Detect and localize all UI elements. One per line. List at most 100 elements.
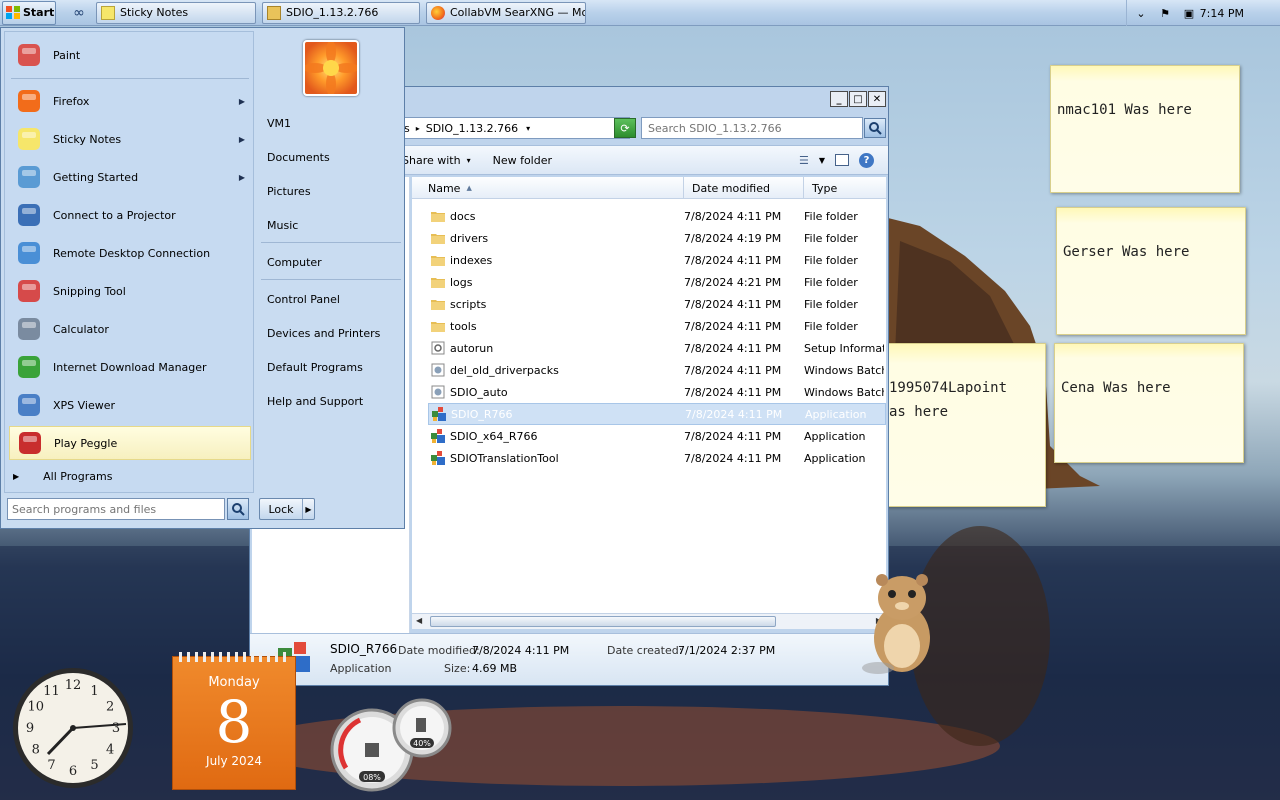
start-menu-item[interactable]: Paint bbox=[9, 38, 251, 72]
clock-number: 9 bbox=[26, 721, 34, 736]
start-place-item[interactable]: Music bbox=[267, 214, 401, 236]
file-row[interactable]: indexes 7/8/2024 4:11 PM File folder bbox=[428, 249, 886, 271]
start-menu-item-label: Sticky Notes bbox=[53, 132, 122, 146]
start-place-item[interactable]: Devices and Printers bbox=[267, 322, 401, 344]
clock-gadget[interactable]: 12 12 3 45678 9 1011 bbox=[8, 666, 138, 790]
start-menu-item[interactable]: Connect to a Projector bbox=[9, 198, 251, 232]
search-button[interactable] bbox=[864, 118, 886, 138]
system-tray: ⌄ ⚑ ▣ 7:14 PM bbox=[1126, 0, 1280, 26]
column-name[interactable]: Name ▲ bbox=[412, 177, 684, 199]
chevron-down-icon[interactable]: ▾ bbox=[526, 124, 530, 133]
address-segment[interactable]: SDIO_1.13.2.766 bbox=[426, 122, 518, 135]
flag-icon[interactable]: ⚑ bbox=[1155, 7, 1175, 20]
xps-viewer-icon bbox=[13, 389, 45, 421]
sticky-note[interactable]: Gerser Was here bbox=[1056, 207, 1246, 335]
new-folder-button[interactable]: New folder bbox=[493, 154, 552, 167]
help-icon[interactable]: ? bbox=[859, 152, 874, 168]
start-search-button[interactable] bbox=[227, 498, 249, 520]
file-row[interactable]: autorun 7/8/2024 4:11 PM Setup Informatio bbox=[428, 337, 886, 359]
file-row[interactable]: drivers 7/8/2024 4:19 PM File folder bbox=[428, 227, 886, 249]
start-menu-item[interactable]: Sticky Notes ▶ bbox=[9, 122, 251, 156]
file-type: File folder bbox=[804, 231, 858, 245]
chevron-right-icon[interactable]: ▸ bbox=[416, 124, 420, 133]
start-place-item[interactable]: Default Programs bbox=[267, 356, 401, 378]
taskbar-item-firefox[interactable]: CollabVM SearXNG — Mo... bbox=[426, 1, 586, 24]
file-row[interactable]: docs 7/8/2024 4:11 PM File folder bbox=[428, 205, 886, 227]
scroll-left-icon[interactable]: ◀ bbox=[416, 616, 422, 625]
sticky-note[interactable]: nmac101 Was here bbox=[1050, 65, 1240, 193]
maximize-button[interactable]: □ bbox=[849, 91, 867, 107]
file-row[interactable]: del_old_driverpacks 7/8/2024 4:11 PM Windo… bbox=[428, 359, 886, 381]
start-menu-item[interactable]: Calculator bbox=[9, 312, 251, 346]
taskbar-item-label: Sticky Notes bbox=[120, 6, 189, 19]
file-name-cell: logs bbox=[428, 274, 684, 290]
close-button[interactable]: ✕ bbox=[868, 91, 886, 107]
column-date[interactable]: Date modified bbox=[684, 177, 804, 199]
scrollbar-thumb[interactable] bbox=[430, 616, 776, 627]
taskbar-item-explorer[interactable]: SDIO_1.13.2.766 bbox=[262, 1, 420, 24]
horizontal-scrollbar[interactable]: ◀ ▶ bbox=[412, 613, 886, 629]
start-place-item[interactable]: Control Panel bbox=[267, 288, 401, 310]
start-place-item[interactable]: Computer bbox=[267, 251, 401, 273]
calendar-month: July 2024 bbox=[206, 754, 262, 768]
file-date: 7/8/2024 4:11 PM bbox=[684, 451, 782, 465]
file-name: indexes bbox=[450, 253, 493, 267]
start-menu-item[interactable]: Firefox ▶ bbox=[9, 84, 251, 118]
cpu-meter-gadget[interactable]: 08% 40% bbox=[330, 698, 456, 794]
refresh-button[interactable]: ⟳ bbox=[614, 118, 636, 138]
file-row[interactable]: SDIO_auto 7/8/2024 4:11 PM Windows Batch F bbox=[428, 381, 886, 403]
view-options-icon[interactable]: ☰ bbox=[799, 154, 809, 167]
file-row[interactable]: SDIO_R766 7/8/2024 4:11 PM Application bbox=[428, 403, 886, 425]
calendar-gadget[interactable]: Monday 8 July 2024 bbox=[172, 652, 296, 790]
flower-picture bbox=[305, 42, 357, 94]
network-icon[interactable]: ▣ bbox=[1179, 7, 1199, 20]
start-menu-item[interactable]: Snipping Tool bbox=[9, 274, 251, 308]
file-type: File folder bbox=[804, 253, 858, 267]
quick-launch-icon[interactable]: ∞ bbox=[68, 2, 90, 24]
column-type[interactable]: Type bbox=[804, 177, 886, 199]
hamster-pet[interactable] bbox=[860, 566, 944, 676]
chevron-icon[interactable]: ⌄ bbox=[1131, 7, 1151, 20]
minimize-button[interactable]: _ bbox=[830, 91, 848, 107]
details-created-value: 7/1/2024 2:37 PM bbox=[678, 644, 776, 657]
start-menu: Paint Firefox ▶ Sticky Notes ▶ Getting Starte… bbox=[0, 27, 405, 529]
start-place-item[interactable]: Help and Support bbox=[267, 390, 401, 412]
file-list[interactable]: Name ▲ Date modified Type docs 7/8/2024 4… bbox=[412, 177, 886, 617]
file-name-cell: drivers bbox=[428, 230, 684, 246]
search-input[interactable] bbox=[641, 117, 863, 139]
user-avatar[interactable] bbox=[303, 40, 359, 96]
start-button[interactable]: Start bbox=[2, 0, 56, 25]
start-menu-item[interactable]: Remote Desktop Connection bbox=[9, 236, 251, 270]
column-type-label: Type bbox=[812, 181, 838, 195]
chevron-down-icon[interactable]: ▾ bbox=[467, 156, 471, 165]
file-row[interactable]: SDIO_x64_R766 7/8/2024 4:11 PM Application bbox=[428, 425, 886, 447]
file-date: 7/8/2024 4:11 PM bbox=[684, 253, 782, 267]
start-place-label: Computer bbox=[267, 255, 322, 269]
start-place-item[interactable]: VM1 bbox=[267, 112, 401, 134]
start-menu-item[interactable]: Play Peggle bbox=[9, 426, 251, 460]
start-menu-item[interactable]: Internet Download Manager bbox=[9, 350, 251, 384]
file-row[interactable]: logs 7/8/2024 4:21 PM File folder bbox=[428, 271, 886, 293]
share-with-button[interactable]: Share with bbox=[402, 154, 461, 167]
sticky-note[interactable]: Cena Was here bbox=[1054, 343, 1244, 463]
start-search-row bbox=[7, 498, 251, 520]
file-row[interactable]: scripts 7/8/2024 4:11 PM File folder bbox=[428, 293, 886, 315]
taskbar-clock[interactable]: 7:14 PM bbox=[1200, 7, 1244, 20]
chevron-right-icon[interactable]: ▶ bbox=[302, 499, 314, 519]
refresh-icon: ⟳ bbox=[620, 121, 630, 135]
file-row[interactable]: SDIOTranslationTool 7/8/2024 4:11 PM Appli… bbox=[428, 447, 886, 469]
all-programs-button[interactable]: ▶ All Programs bbox=[13, 470, 112, 483]
start-place-item[interactable]: Pictures bbox=[267, 180, 401, 202]
start-place-item[interactable]: Documents bbox=[267, 146, 401, 168]
lock-button[interactable]: Lock ▶ bbox=[259, 498, 315, 520]
file-row[interactable]: tools 7/8/2024 4:11 PM File folder bbox=[428, 315, 886, 337]
batch-file-icon bbox=[430, 384, 446, 400]
start-menu-item-label: Paint bbox=[53, 48, 81, 62]
chevron-down-icon[interactable]: ▼ bbox=[819, 156, 825, 165]
taskbar-item-sticky-notes[interactable]: Sticky Notes bbox=[96, 1, 256, 24]
start-menu-item[interactable]: Getting Started ▶ bbox=[9, 160, 251, 194]
start-menu-item[interactable]: XPS Viewer bbox=[9, 388, 251, 422]
start-search-input[interactable] bbox=[7, 498, 225, 520]
preview-pane-icon[interactable] bbox=[835, 154, 849, 166]
sticky-note[interactable]: 1995074Lapoint as here bbox=[872, 343, 1046, 507]
